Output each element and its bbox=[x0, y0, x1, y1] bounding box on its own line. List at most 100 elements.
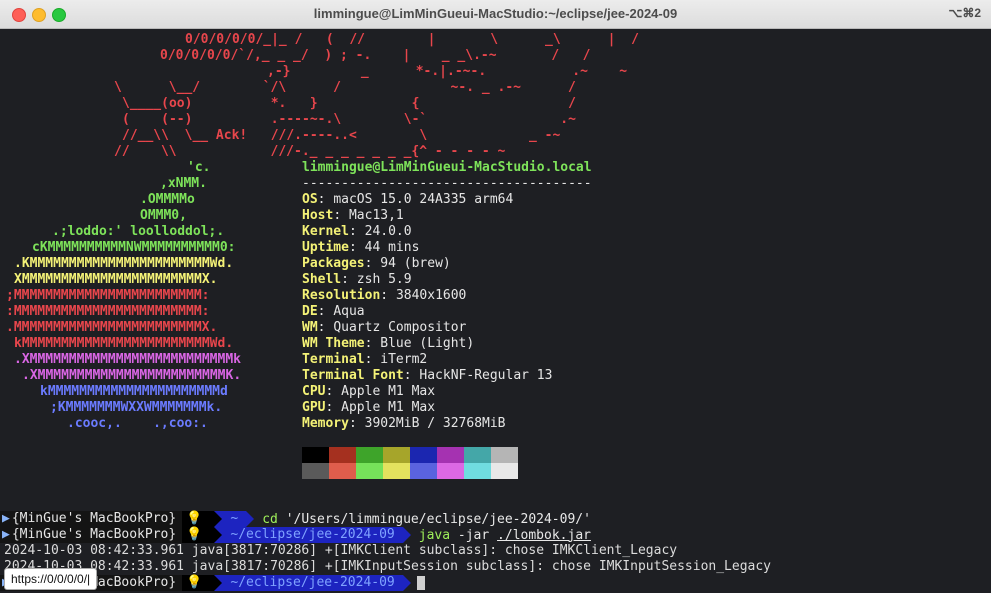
command-text: java -jar ./lombok.jar bbox=[418, 527, 591, 543]
link-tooltip: https://0/0/0/0/| bbox=[4, 568, 98, 590]
window-title: limmingue@LimMinGueui-MacStudio:~/eclips… bbox=[313, 6, 678, 21]
system-field: Terminal: iTerm2 bbox=[302, 352, 428, 367]
logo-line: ;MMMMMMMMMMMMMMMMMMMMMMMM: bbox=[6, 288, 210, 303]
color-swatch bbox=[437, 463, 464, 479]
field-value: Apple M1 Max bbox=[341, 384, 436, 399]
color-palette-normal bbox=[302, 447, 518, 463]
log-line: 2024-10-03 08:42:33.961 java[3817:70286]… bbox=[4, 559, 772, 574]
color-swatch bbox=[491, 447, 518, 463]
logo-line: ,xNMM. bbox=[160, 176, 207, 191]
window-shortcut: ⌥⌘2 bbox=[948, 6, 981, 20]
system-field: Memory: 3902MiB / 32768MiB bbox=[302, 416, 506, 431]
lightbulb-icon: 💡 bbox=[182, 511, 215, 527]
color-swatch bbox=[383, 447, 410, 463]
color-swatch bbox=[302, 447, 329, 463]
logo-line: ;KMMMMMMMWXXWMMMMMMMk. bbox=[50, 400, 223, 415]
system-header: limmingue@LimMinGueui-MacStudio.local bbox=[302, 160, 592, 175]
field-value: Blue (Light) bbox=[380, 336, 475, 351]
lightbulb-icon: 💡 bbox=[182, 527, 215, 543]
system-field: CPU: Apple M1 Max bbox=[302, 384, 436, 399]
color-swatch bbox=[464, 447, 491, 463]
field-value: iTerm2 bbox=[380, 352, 428, 367]
color-swatch bbox=[302, 463, 329, 479]
field-value: zsh 5.9 bbox=[356, 272, 412, 287]
system-field: Kernel: 24.0.0 bbox=[302, 224, 412, 239]
terminal-window: limmingue@LimMinGueui-MacStudio:~/eclips… bbox=[0, 0, 991, 593]
ascii-line: // \\ ///-._ _ _ _ _ _ _{^ - - - - ~ bbox=[114, 144, 506, 159]
field-key: Uptime bbox=[302, 240, 349, 255]
ascii-line: //__\\ \__ Ack! ///.----..< \ _ -~ bbox=[122, 128, 561, 143]
system-field: Packages: 94 (brew) bbox=[302, 256, 451, 271]
ascii-line: 0/0/0/0/0/`/,_ _ _/ ) ; -. | _ _\.-~ / / bbox=[160, 48, 591, 63]
color-swatch bbox=[329, 447, 356, 463]
ascii-line: ( (--) .----~-.\ \-` .~ bbox=[122, 112, 576, 127]
system-field: WM Theme: Blue (Light) bbox=[302, 336, 475, 351]
field-value: 24.0.0 bbox=[364, 224, 412, 239]
command-text: cd '/Users/limmingue/eclipse/jee-2024-09… bbox=[262, 511, 591, 527]
logo-line: cKMMMMMMMMMMNWMMMMMMMMMM0: bbox=[32, 240, 236, 255]
color-swatch bbox=[410, 463, 437, 479]
color-swatch bbox=[491, 463, 518, 479]
color-swatch bbox=[383, 463, 410, 479]
field-key: Terminal bbox=[302, 352, 365, 367]
ascii-line: \____(oo) *. } { / bbox=[122, 96, 576, 111]
system-field: Resolution: 3840x1600 bbox=[302, 288, 467, 303]
logo-line: .KMMMMMMMMMMMMMMMMMMMMMMMWd. bbox=[14, 256, 234, 271]
system-field: GPU: Apple M1 Max bbox=[302, 400, 436, 415]
field-value: 3840x1600 bbox=[395, 288, 467, 303]
logo-line: kMMMMMMMMMMMMMMMMMMMMMMd bbox=[40, 384, 228, 399]
logo-line: .OMMMMo bbox=[140, 192, 195, 207]
field-key: Shell bbox=[302, 272, 342, 287]
prompt-line: ▶ {MinGue's MacBookPro} 💡 ~ cd '/Users/li… bbox=[0, 511, 591, 527]
color-swatch bbox=[464, 463, 491, 479]
field-value: Apple M1 Max bbox=[341, 400, 436, 415]
field-value: 44 mins bbox=[364, 240, 420, 255]
field-key: OS bbox=[302, 192, 318, 207]
color-swatch bbox=[410, 447, 437, 463]
prompt-arrow-icon: ▶ bbox=[2, 511, 10, 526]
prompt-line: ▶{MinGue's MacBookPro} 💡 ~/eclipse/jee-2… bbox=[0, 527, 591, 543]
logo-line: .MMMMMMMMMMMMMMMMMMMMMMMMX. bbox=[6, 320, 218, 335]
prompt-dir: ~ bbox=[222, 511, 247, 527]
field-key: Terminal Font bbox=[302, 368, 404, 383]
color-swatch bbox=[329, 463, 356, 479]
field-key: DE bbox=[302, 304, 318, 319]
ascii-line: \ \__/ `/\ / ~-. _ .-~ / bbox=[114, 80, 576, 95]
field-value: Quartz Compositor bbox=[333, 320, 467, 335]
logo-line: XMMMMMMMMMMMMMMMMMMMMMMMX. bbox=[14, 272, 218, 287]
prompt-host: ▶{MinGue's MacBookPro} bbox=[0, 527, 183, 543]
field-value: macOS 15.0 24A335 arm64 bbox=[333, 192, 514, 207]
prompt-dir: ~/eclipse/jee-2024-09 bbox=[222, 575, 403, 591]
title-bar: limmingue@LimMinGueui-MacStudio:~/eclips… bbox=[0, 0, 991, 29]
field-value: Aqua bbox=[333, 304, 365, 319]
log-line: 2024-10-03 08:42:33.961 java[3817:70286]… bbox=[4, 543, 678, 558]
system-field: Shell: zsh 5.9 bbox=[302, 272, 412, 287]
logo-line: kMMMMMMMMMMMMMMMMMMMMMMMMWd. bbox=[14, 336, 234, 351]
field-key: WM bbox=[302, 320, 318, 335]
ascii-line: 0/0/0/0/0/_|_ / ( // | \ _\ | / bbox=[185, 32, 639, 47]
system-field: Host: Mac13,1 bbox=[302, 208, 404, 223]
field-value: 94 (brew) bbox=[380, 256, 451, 271]
system-field: Terminal Font: HackNF-Regular 13 bbox=[302, 368, 553, 383]
prompt-host: ▶{MinGue's MacBookPro} bbox=[0, 511, 183, 527]
field-value: 3902MiB / 32768MiB bbox=[364, 416, 506, 431]
prompt-dir: ~/eclipse/jee-2024-09 bbox=[222, 527, 403, 543]
terminal-output[interactable]: 0/0/0/0/0/_|_ / ( // | \ _\ | / 0/0/0/0/… bbox=[0, 29, 991, 593]
logo-line: .XMMMMMMMMMMMMMMMMMMMMMMMMMMk bbox=[14, 352, 241, 367]
lightbulb-icon: 💡 bbox=[182, 575, 215, 591]
prompt-arrow-icon: ▶ bbox=[2, 527, 10, 542]
color-swatch bbox=[356, 447, 383, 463]
system-separator: ------------------------------------- bbox=[302, 176, 592, 191]
field-value: HackNF-Regular 13 bbox=[419, 368, 553, 383]
field-key: GPU bbox=[302, 400, 326, 415]
logo-line: .;loddo:' loolloddol;. bbox=[52, 224, 225, 239]
field-key: WM Theme bbox=[302, 336, 365, 351]
field-key: Kernel bbox=[302, 224, 349, 239]
field-value: Mac13,1 bbox=[348, 208, 404, 223]
field-key: Memory bbox=[302, 416, 349, 431]
field-key: Packages bbox=[302, 256, 365, 271]
system-field: WM: Quartz Compositor bbox=[302, 320, 467, 335]
system-field: OS: macOS 15.0 24A335 arm64 bbox=[302, 192, 514, 207]
system-field: Uptime: 44 mins bbox=[302, 240, 420, 255]
logo-line: .cooc,. .,coo:. bbox=[67, 416, 208, 431]
